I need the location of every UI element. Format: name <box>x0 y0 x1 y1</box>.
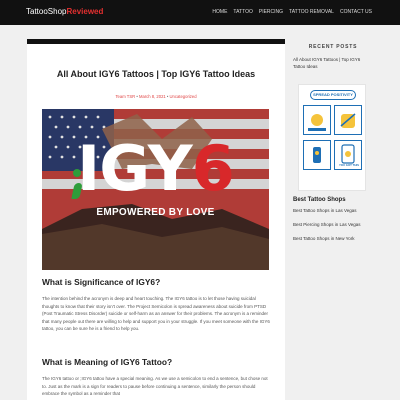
recent-post-link[interactable]: All About IGY6 Tattoos | Top IGY6 Tattoo… <box>293 57 373 70</box>
main-menu: HOME TATTOO PIERCING TATTOO REMOVAL CONT… <box>212 9 372 16</box>
article-meta: Team TSR • March 8, 2021 • Uncategorized <box>27 94 285 100</box>
tile-hand-icon <box>340 113 356 128</box>
logo-text-part2: Reviewed <box>66 7 104 16</box>
article-top-strip <box>27 39 285 44</box>
paragraph-significance: The intention behind the acronym is deep… <box>42 296 270 332</box>
best-link-piercing-las-vegas[interactable]: Best Piercing Shops in Las Vegas <box>293 222 361 228</box>
best-link-tattoo-las-vegas[interactable]: Best Tattoo Shops in Las Vegas <box>293 208 356 214</box>
hero-text-red: 6 <box>191 132 235 205</box>
section-heading-significance: What is Significance of IGY6? <box>42 277 161 287</box>
top-navigation-bar: TattooShopReviewed HOME TATTOO PIERCING … <box>0 0 400 25</box>
nav-tattoo[interactable]: TATTOO <box>233 9 252 16</box>
paragraph-meaning: The IGY6 tattoo or ;IGY6 tattoo have a s… <box>42 376 268 397</box>
best-tattoo-shops-heading: Best Tattoo Shops <box>293 197 346 203</box>
article-card: All About IGY6 Tattoos | Top IGY6 Tattoo… <box>27 39 285 400</box>
site-logo[interactable]: TattooShopReviewed <box>26 6 103 18</box>
tile-caption: YOU GOT THIS <box>338 163 360 167</box>
article-category[interactable]: Uncategorized <box>170 94 197 99</box>
logo-text-part1: TattooShop <box>26 7 67 16</box>
ad-tile-1 <box>303 105 331 135</box>
sidebar: RECENT POSTS All About IGY6 Tattoos | To… <box>293 39 373 400</box>
nav-tattoo-removal[interactable]: TATTOO REMOVAL <box>289 9 334 16</box>
spread-positivity-graphic[interactable]: SPREAD POSITIVITY YOU GOT THIS <box>298 84 366 191</box>
ad-tile-2 <box>334 105 362 135</box>
tile-sun-icon <box>308 114 326 131</box>
nav-contact-us[interactable]: CONTACT US <box>340 9 372 16</box>
hero-text-white: IGY <box>77 132 192 205</box>
hero-image: IGY6 EMPOWERED BY LOVE <box>42 109 269 270</box>
tile-bottle-icon <box>313 147 321 163</box>
recent-posts-heading: RECENT POSTS <box>308 44 358 50</box>
hero-igy6-text: IGY6 <box>42 129 269 209</box>
ad-tile-4: YOU GOT THIS <box>334 140 362 170</box>
hero-subtitle: EMPOWERED BY LOVE <box>96 207 215 218</box>
best-link-tattoo-new-york[interactable]: Best Tattoo Shops in New York <box>293 236 354 242</box>
article-author[interactable]: Team TSR <box>115 94 135 99</box>
section-heading-meaning: What is Meaning of IGY6 Tattoo? <box>42 357 173 367</box>
nav-home[interactable]: HOME <box>212 9 227 16</box>
article-title: All About IGY6 Tattoos | Top IGY6 Tattoo… <box>56 69 256 79</box>
nav-piercing[interactable]: PIERCING <box>259 9 283 16</box>
ad-tile-3 <box>303 140 331 170</box>
article-date[interactable]: March 8, 2021 <box>139 94 166 99</box>
ad-title: SPREAD POSITIVITY <box>310 90 356 100</box>
